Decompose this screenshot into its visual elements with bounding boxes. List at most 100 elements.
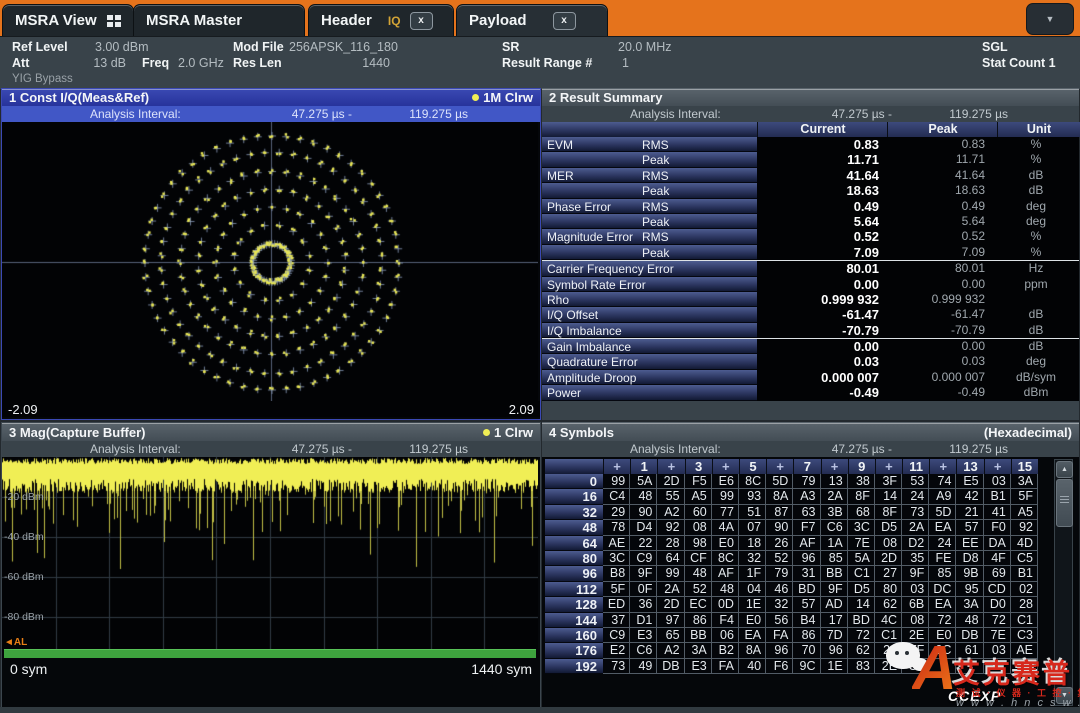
symbol-cell: FE: [929, 551, 956, 566]
symbol-cell: 21: [956, 505, 983, 520]
symbols-row-offset: 176: [545, 643, 603, 658]
symbol-cell: C9: [630, 551, 657, 566]
trace-badge[interactable]: 1 Clrw: [494, 425, 533, 440]
symbols-col-header: +: [712, 459, 739, 474]
table-row: 64AE222898E01826AF1A7E08D224EEDA4D: [545, 536, 1038, 551]
result-current-value: -0.49: [757, 385, 879, 400]
symbol-cell: 0C: [929, 643, 956, 658]
result-peak-value: 0.000 007: [887, 370, 985, 385]
window-title-bar[interactable]: 4 Symbols (Hexadecimal): [542, 423, 1079, 441]
result-unit: %: [997, 152, 1075, 167]
res-len-value[interactable]: 1440: [352, 56, 390, 70]
att-value[interactable]: 13 dB: [88, 56, 126, 70]
symbol-cell: C3: [1011, 628, 1038, 643]
result-metric-name: EVM: [547, 138, 573, 152]
result-current-value: 0.000 007: [757, 370, 879, 385]
symbols-rows: 0995A2DF5E68C5D7913383F5374E5033A16C4485…: [545, 474, 1038, 674]
symbol-cell: 79: [793, 474, 820, 489]
symbol-cell: E2: [603, 643, 630, 658]
tab-header[interactable]: Header IQ x: [308, 4, 454, 36]
ref-level-value[interactable]: 3.00 dBm: [95, 40, 149, 54]
symbol-cell: 73: [902, 505, 929, 520]
symbol-cell: 85: [929, 566, 956, 581]
analysis-interval-to: 119.275 µs: [372, 442, 468, 456]
result-peak-value: 41.64: [887, 168, 985, 183]
result-range-value[interactable]: 1: [622, 56, 629, 70]
window-title-bar[interactable]: 3 Mag(Capture Buffer) 1 Clrw: [2, 423, 540, 441]
symbol-cell: B2: [712, 643, 739, 658]
sr-value[interactable]: 20.0 MHz: [618, 40, 672, 54]
table-row: 160C9E365BB06EAFA867D72C12EE0DB7EC3: [545, 628, 1038, 643]
tab-label: MSRA View: [15, 12, 97, 29]
tab-msra-master[interactable]: MSRA Master: [133, 4, 305, 36]
symbol-cell: 8C: [712, 551, 739, 566]
window-menu-button[interactable]: ▼: [1026, 3, 1074, 35]
symbol-cell: 28: [657, 536, 684, 551]
symbol-cell: 31: [793, 566, 820, 581]
scrollbar-up-arrow[interactable]: ▲: [1056, 461, 1073, 478]
symbols-corner-cell: [545, 459, 603, 474]
window-title-bar[interactable]: 1 Const I/Q(Meas&Ref) 1M Clrw: [2, 89, 540, 106]
result-current-value: 7.09: [757, 245, 879, 260]
symbol-cell: D5: [875, 520, 902, 535]
symbol-cell: B8: [603, 566, 630, 581]
result-unit: dB: [997, 307, 1075, 322]
result-current-value: 0.49: [757, 199, 879, 214]
symbol-cell: 96: [766, 643, 793, 658]
result-unit: Hz: [997, 261, 1075, 276]
result-peak-value: 0.00: [887, 277, 985, 292]
tab-msra-view[interactable]: MSRA View: [2, 4, 134, 36]
scrollbar-thumb[interactable]: [1056, 479, 1073, 527]
symbol-cell: D8: [956, 551, 983, 566]
symbol-cell: 29: [603, 505, 630, 520]
table-row: 0995A2DF5E68C5D7913383F5374E5033A: [545, 474, 1038, 489]
result-current-value: -61.47: [757, 307, 879, 322]
x-axis-max: 2.09: [509, 402, 534, 417]
analysis-line-bar: [4, 649, 536, 658]
analysis-interval-to: 119.275 µs: [372, 107, 468, 121]
y-axis-label: -40 dBm: [4, 531, 44, 543]
freq-value[interactable]: 2.0 GHz: [178, 56, 224, 70]
result-peak-value: 0.49: [887, 199, 985, 214]
analysis-interval-from: 47.275 µs -: [250, 442, 352, 456]
symbols-row-offset: 192: [545, 659, 603, 674]
scrollbar-down-arrow[interactable]: ▼: [1056, 687, 1073, 704]
symbol-cell: [956, 659, 983, 674]
symbols-col-header: 3: [685, 459, 712, 474]
result-row-label: Quadrature Error: [542, 354, 757, 369]
symbol-cell: 1F: [739, 566, 766, 581]
symbol-cell: F0: [984, 520, 1011, 535]
close-icon[interactable]: x: [553, 12, 576, 30]
result-row-label: Peak: [542, 245, 757, 260]
table-row: 96B89F9948AF1F7931BBC1279F859B69B1: [545, 566, 1038, 581]
mod-file-value[interactable]: 256APSK_116_180: [289, 40, 398, 54]
result-peak-value: 0.03: [887, 354, 985, 369]
result-metric-stat: RMS: [642, 230, 669, 244]
symbol-cell: E0: [929, 628, 956, 643]
result-unit: dB: [997, 339, 1075, 354]
constellation-x-scale: -2.09 2.09: [2, 401, 540, 417]
scrollbar[interactable]: ▲ ▼: [1054, 459, 1073, 706]
symbol-cell: 3F: [875, 474, 902, 489]
tab-payload[interactable]: Payload x: [456, 4, 608, 36]
symbol-cell: 64: [657, 551, 684, 566]
symbol-cell: 57: [793, 597, 820, 612]
symbol-cell: 8A: [766, 489, 793, 504]
window-title-bar[interactable]: 2 Result Summary: [542, 89, 1079, 106]
symbol-cell: 5A: [848, 551, 875, 566]
result-unit: %: [997, 229, 1075, 244]
symbol-cell: 32: [739, 551, 766, 566]
window-magnitude: 3 Mag(Capture Buffer) 1 Clrw Analysis In…: [1, 422, 541, 709]
symbol-cell: 08: [902, 613, 929, 628]
close-icon[interactable]: x: [410, 12, 433, 30]
symbol-cell: F4: [712, 613, 739, 628]
symbol-cell: E5: [956, 474, 983, 489]
trace-badge[interactable]: 1M Clrw: [483, 90, 533, 105]
result-metric-stat: Peak: [642, 153, 669, 167]
symbol-cell: 53: [902, 474, 929, 489]
header-spacer: [542, 122, 757, 137]
result-metric-stat: Peak: [642, 215, 669, 229]
column-header-peak: Peak: [887, 122, 998, 137]
symbols-col-header: +: [821, 459, 848, 474]
symbol-cell: 78: [603, 520, 630, 535]
